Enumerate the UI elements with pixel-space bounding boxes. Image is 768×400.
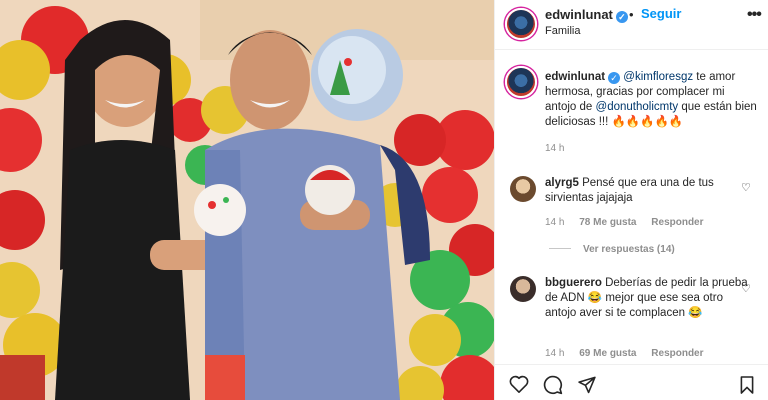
verified-icon: ✓ xyxy=(615,11,628,23)
reply-button[interactable]: Responder xyxy=(651,217,703,228)
caption-mention-1[interactable]: @kimfloresgz xyxy=(623,71,693,83)
comment-likes[interactable]: 69 Me gusta xyxy=(579,348,636,359)
comments-panel: edwinlunat ✓ • Seguir Familia ••• edwinlu… xyxy=(494,0,768,400)
verified-icon: ✓ xyxy=(608,72,621,84)
heart-icon[interactable] xyxy=(509,375,529,393)
comment-avatar[interactable] xyxy=(510,176,536,202)
share-icon[interactable] xyxy=(577,375,597,394)
more-options-icon[interactable]: ••• xyxy=(747,6,762,24)
comment-likes[interactable]: 78 Me gusta xyxy=(579,217,636,228)
follow-button[interactable]: Seguir xyxy=(641,6,681,21)
post-photo[interactable] xyxy=(0,0,494,400)
comment-username[interactable]: bbguerero xyxy=(545,277,602,289)
caption-avatar[interactable] xyxy=(505,66,537,98)
caption-username[interactable]: edwinlunat xyxy=(545,71,605,83)
comment-meta: 14 h 78 Me gusta Responder xyxy=(545,217,716,228)
comment-username[interactable]: alyrg5 xyxy=(545,177,579,189)
view-replies-button[interactable]: Ver respuestas (14) xyxy=(549,244,675,255)
post-header: edwinlunat ✓ • Seguir Familia ••• xyxy=(495,0,768,50)
separator-dot: • xyxy=(629,7,634,22)
comment-icon[interactable] xyxy=(543,375,563,395)
instagram-post: edwinlunat ✓ • Seguir Familia ••• edwinlu… xyxy=(0,0,768,400)
action-bar xyxy=(495,364,768,400)
bookmark-icon[interactable] xyxy=(739,375,755,395)
comment-text: bbguerero Deberías de pedir la prueba de… xyxy=(545,276,755,321)
header-username[interactable]: edwinlunat xyxy=(545,7,613,22)
comment-meta: 14 h 69 Me gusta Responder xyxy=(545,348,716,359)
comment-timestamp[interactable]: 14 h xyxy=(545,348,564,359)
reply-button[interactable]: Responder xyxy=(651,348,703,359)
comment-text: alyrg5 Pensé que era una de tus sirvient… xyxy=(545,176,755,206)
comment-timestamp[interactable]: 14 h xyxy=(545,217,564,228)
photo-illustration xyxy=(0,0,494,400)
post-caption: edwinlunat ✓ @kimfloresgz te amor hermosa… xyxy=(545,70,759,130)
view-replies-label: Ver respuestas (14) xyxy=(583,244,675,255)
location-label[interactable]: Familia xyxy=(545,25,580,37)
heart-icon[interactable]: ♡ xyxy=(741,181,751,194)
avatar[interactable] xyxy=(505,8,537,40)
header-username-line: edwinlunat ✓ xyxy=(545,7,628,23)
caption-emoji: 🔥🔥🔥🔥🔥 xyxy=(611,116,684,128)
heart-icon[interactable]: ♡ xyxy=(741,282,751,295)
caption-mention-2[interactable]: @donutholicmty xyxy=(596,101,679,113)
comment-avatar[interactable] xyxy=(510,276,536,302)
caption-timestamp[interactable]: 14 h xyxy=(545,143,564,154)
replies-divider xyxy=(549,248,571,249)
